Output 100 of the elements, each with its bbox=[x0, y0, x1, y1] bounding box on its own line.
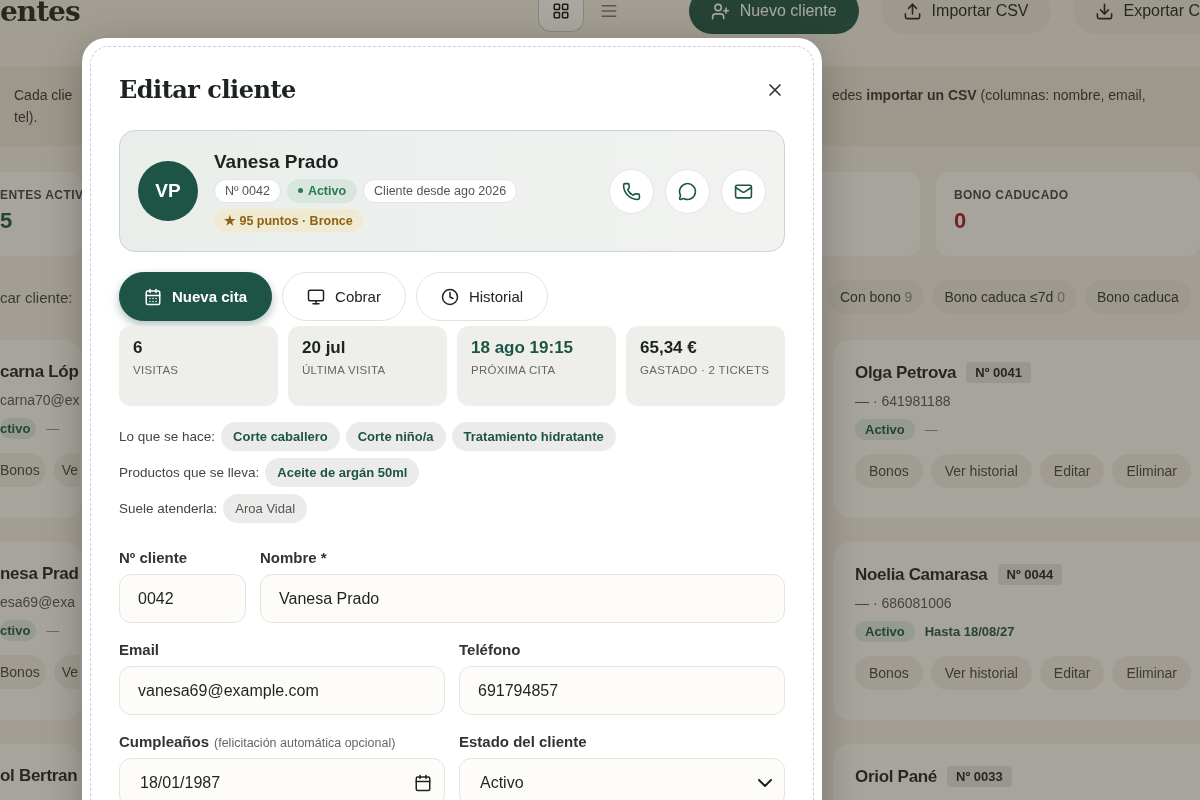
tag-group-label: Lo que se hace: bbox=[119, 429, 216, 444]
input-field[interactable]: vanesa69@example.com bbox=[119, 666, 445, 715]
staff-tag: Aroa Vidal bbox=[223, 494, 308, 523]
service-tag: Corte niño/a bbox=[345, 422, 446, 451]
filter-chip[interactable]: Bono caduca ≤7d 0 bbox=[932, 280, 1077, 314]
client-number: Nº 0044 bbox=[997, 564, 1063, 585]
stat-value: 6 bbox=[133, 338, 144, 358]
upload-icon bbox=[902, 1, 922, 21]
client-note: — bbox=[46, 623, 60, 638]
client-name: Noelia Camarasa bbox=[855, 564, 988, 585]
action-button[interactable]: Nueva cita bbox=[119, 272, 273, 321]
field-hint: (felicitación automática opcional) bbox=[214, 736, 396, 750]
download-icon bbox=[1094, 1, 1114, 21]
client-name: Olga Petrova bbox=[855, 362, 957, 383]
card-button[interactable]: Ver historial bbox=[930, 454, 1032, 488]
client-name: carna Lóp bbox=[0, 362, 80, 382]
header-button[interactable]: Nuevo cliente bbox=[688, 0, 859, 34]
notice-text: tel). bbox=[14, 108, 39, 127]
monitor-icon bbox=[307, 287, 326, 306]
field-label: Estado del cliente bbox=[459, 733, 588, 750]
client-name: Oriol Pané bbox=[855, 766, 938, 787]
grid-icon bbox=[551, 2, 570, 20]
client-name: nesa Prad bbox=[0, 564, 80, 584]
chat-bubble-icon bbox=[678, 181, 697, 201]
card-button[interactable]: Ve bbox=[53, 655, 81, 689]
header-button[interactable]: Importar CSV bbox=[880, 0, 1051, 34]
status-select[interactable]: Activo bbox=[459, 758, 785, 800]
status-badge: ctivo bbox=[0, 418, 37, 439]
tag-group-label: Productos que se lleva: bbox=[119, 465, 260, 480]
client-note: Hasta 18/08/27 bbox=[924, 624, 1015, 639]
stat-value: 18 ago 19:15 bbox=[471, 338, 575, 358]
status-badge: ctivo bbox=[0, 620, 37, 641]
card-button[interactable]: Ve bbox=[53, 453, 81, 487]
client-number: Nº 0033 bbox=[947, 766, 1012, 787]
avatar: VP bbox=[138, 161, 198, 221]
user-plus-icon bbox=[710, 1, 730, 21]
client-name: Vanesa Prado bbox=[214, 150, 340, 173]
status-badge: Activo bbox=[286, 178, 358, 203]
card-button[interactable]: Editar bbox=[1039, 656, 1105, 690]
input-field[interactable]: 0042 bbox=[119, 574, 246, 623]
info-chip: Nº 0042 bbox=[214, 178, 281, 203]
field-label: Teléfono bbox=[459, 641, 522, 658]
input-field[interactable]: Vanesa Prado bbox=[260, 574, 785, 623]
client-note: — bbox=[46, 421, 60, 436]
list-icon bbox=[599, 2, 618, 20]
field-label: Email bbox=[119, 641, 161, 658]
stat-value: 65,34 € bbox=[640, 338, 698, 358]
header-button[interactable]: Exportar C bbox=[1072, 0, 1200, 34]
status-badge: Activo bbox=[855, 621, 915, 642]
dialog-title: Editar cliente bbox=[119, 75, 296, 104]
field-label: Nombre * bbox=[260, 549, 328, 566]
service-tag: Corte caballero bbox=[221, 422, 340, 451]
field-label: Cumpleaños bbox=[119, 733, 209, 750]
stat-label: BONO CADUCADO bbox=[954, 188, 1070, 202]
stat-value: 0 bbox=[954, 208, 967, 234]
card-button[interactable]: Bonos bbox=[855, 656, 923, 690]
phone-icon bbox=[622, 181, 641, 201]
input-field[interactable]: 691794857 bbox=[459, 666, 785, 715]
notice-text: Cada clie bbox=[14, 86, 74, 105]
filter-chip[interactable]: Bono caduca bbox=[1085, 280, 1191, 314]
calendar-icon bbox=[414, 773, 432, 792]
card-button[interactable]: Bonos bbox=[855, 454, 923, 488]
mail-icon bbox=[734, 181, 753, 201]
stat-label: PRÓXIMA CITA bbox=[471, 363, 557, 378]
client-contact: — · 686081006 bbox=[855, 595, 953, 611]
card-button[interactable]: Bonos bbox=[0, 453, 46, 487]
chat-bubble-button[interactable] bbox=[665, 168, 710, 214]
search-label: car cliente: bbox=[0, 288, 74, 306]
stat-value: 5 bbox=[0, 208, 13, 234]
card-button[interactable]: Editar bbox=[1039, 454, 1105, 488]
stat-label: ÚLTIMA VISITA bbox=[302, 363, 387, 378]
card-button[interactable]: Ver historial bbox=[930, 656, 1032, 690]
service-tag: Tratamiento hidratante bbox=[451, 422, 616, 451]
status-badge: Activo bbox=[855, 419, 915, 440]
page-title: entes bbox=[0, 0, 80, 28]
client-contact: carna70@ex bbox=[0, 392, 81, 408]
client-note: — bbox=[924, 422, 938, 437]
service-tag: Aceite de argán 50ml bbox=[265, 458, 420, 487]
card-button[interactable]: Eliminar bbox=[1112, 454, 1191, 488]
date-field[interactable]: 18/01/1987 bbox=[119, 758, 445, 800]
field-label: Nº cliente bbox=[119, 549, 188, 566]
client-number: Nº 0041 bbox=[966, 362, 1031, 383]
points-badge: ★ 95 puntos · Bronce bbox=[214, 208, 363, 232]
phone-button[interactable] bbox=[609, 168, 654, 214]
clock-icon bbox=[440, 287, 459, 306]
grid-view-button[interactable] bbox=[538, 0, 583, 31]
client-contact: — · 641981188 bbox=[855, 393, 952, 409]
card-button[interactable]: Eliminar bbox=[1112, 656, 1191, 690]
client-contact: esa69@exa bbox=[0, 594, 76, 610]
calendar-icon bbox=[144, 287, 162, 306]
stat-label: ENTES ACTIV bbox=[0, 188, 82, 202]
tag-group-label: Suele atenderla: bbox=[119, 501, 218, 516]
action-button[interactable]: Historial bbox=[415, 272, 549, 321]
filter-chip[interactable]: Con bono 9 bbox=[828, 280, 925, 314]
card-button[interactable]: Bonos bbox=[0, 655, 46, 689]
mail-button[interactable] bbox=[721, 168, 766, 214]
stat-label: GASTADO · 2 TICKETS bbox=[640, 363, 771, 378]
notice-text: edes importar un CSV (columnas: nombre, email, bbox=[832, 86, 1147, 105]
stat-label: VISITAS bbox=[133, 363, 180, 378]
action-button[interactable]: Cobrar bbox=[282, 272, 406, 321]
